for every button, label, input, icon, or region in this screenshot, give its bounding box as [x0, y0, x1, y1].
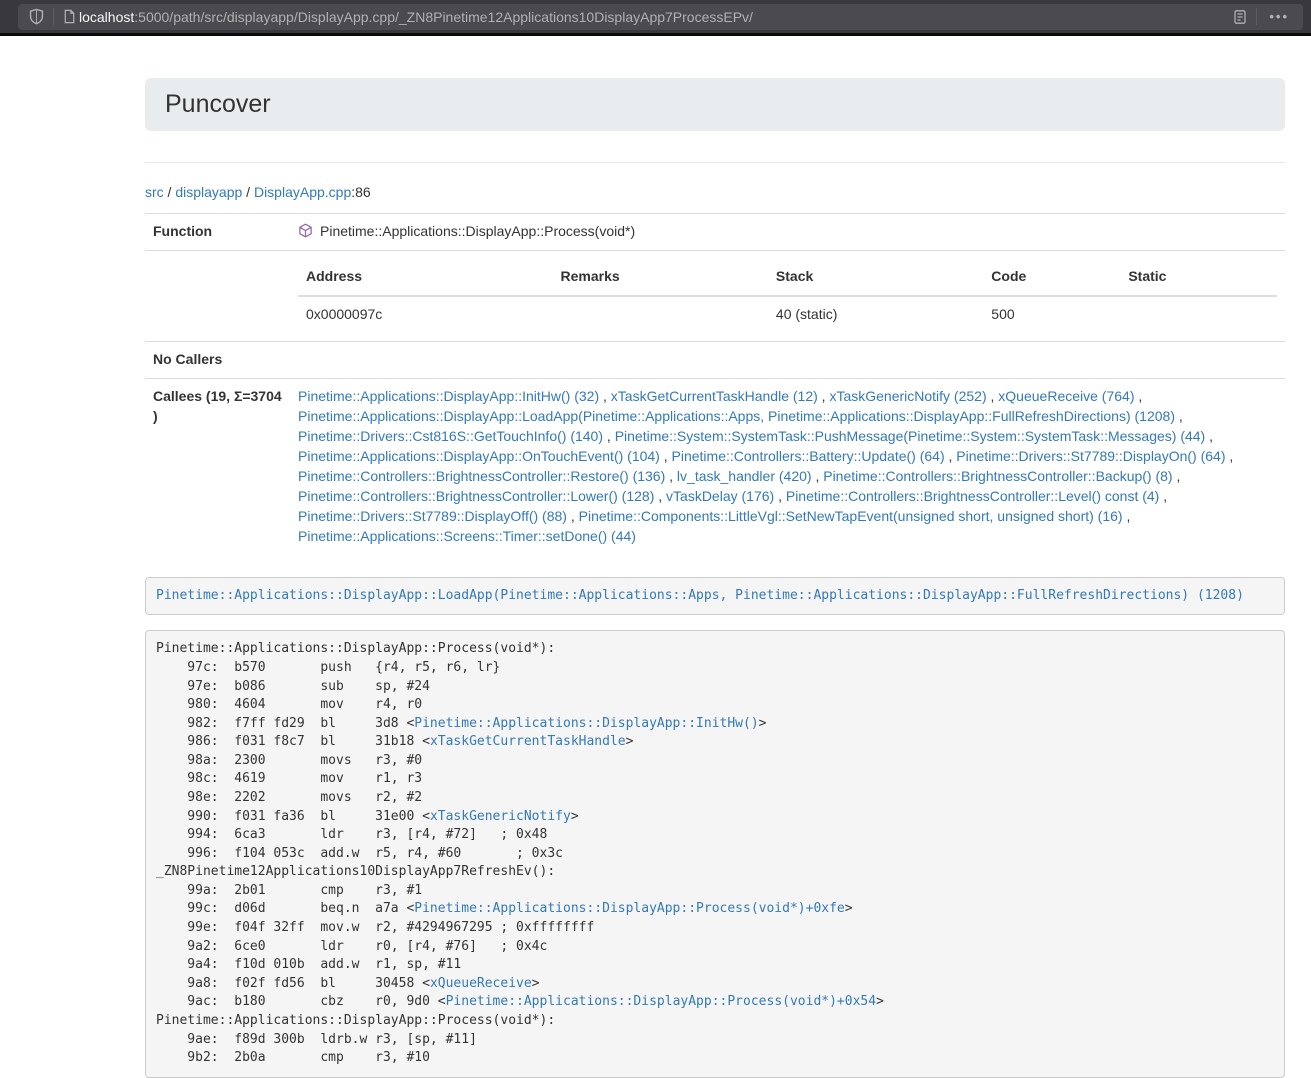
callee-link[interactable]: Pinetime::Applications::DisplayApp::Init…	[298, 388, 599, 404]
col-header-stack: Stack	[768, 259, 983, 296]
breadcrumb-file-link[interactable]: DisplayApp.cpp	[254, 184, 351, 200]
url-bar[interactable]: localhost:5000/path/src/displayapp/Displ…	[18, 4, 1303, 30]
callee-link[interactable]: Pinetime::Controllers::Battery::Update()…	[672, 448, 945, 464]
function-signature: Pinetime::Applications::DisplayApp::Proc…	[320, 223, 635, 239]
breadcrumb-displayapp-link[interactable]: displayapp	[175, 184, 242, 200]
static-value	[1120, 296, 1277, 333]
col-header-address: Address	[298, 259, 553, 296]
page-info-icon[interactable]	[62, 9, 77, 24]
col-header-code: Code	[983, 259, 1120, 296]
breadcrumb-src-link[interactable]: src	[145, 184, 164, 200]
disassembly-pre: Pinetime::Applications::DisplayApp::Proc…	[145, 630, 1285, 1077]
url-path: :5000/path/src/displayapp/DisplayApp.cpp…	[134, 9, 753, 25]
metrics-header-row: Address Remarks Stack Code Static	[298, 259, 1277, 296]
callee-link[interactable]: Pinetime::Controllers::BrightnessControl…	[823, 468, 1172, 484]
metrics-data-row: 0x0000097c 40 (static) 500	[298, 296, 1277, 333]
breadcrumb-separator: /	[242, 184, 254, 200]
no-callers-cell	[290, 341, 1285, 378]
callees-list: Pinetime::Applications::DisplayApp::Init…	[290, 378, 1285, 554]
code-symbol-link[interactable]: Pinetime::Applications::DisplayApp::Proc…	[414, 901, 844, 916]
callee-link[interactable]: Pinetime::Drivers::St7789::DisplayOn() (…	[956, 448, 1225, 464]
callee-link[interactable]: xQueueReceive (764)	[998, 388, 1134, 404]
urlbar-divider-2	[1256, 8, 1257, 25]
url-text[interactable]: localhost:5000/path/src/displayapp/Displ…	[79, 9, 1232, 25]
callee-link[interactable]: Pinetime::Applications::DisplayApp::OnTo…	[298, 448, 660, 464]
callee-link[interactable]: Pinetime::Controllers::BrightnessControl…	[786, 488, 1159, 504]
breadcrumb-separator: /	[164, 184, 176, 200]
metrics-row-spacer	[145, 250, 290, 341]
code-size-value: 500	[983, 296, 1120, 333]
no-callers-row: No Callers	[145, 341, 1285, 378]
shield-icon[interactable]	[28, 8, 45, 25]
callee-link[interactable]: Pinetime::Controllers::BrightnessControl…	[298, 468, 665, 484]
metrics-row: Address Remarks Stack Code Static 0x0000…	[145, 250, 1285, 341]
function-row: Function Pinetime::Applications::Display…	[145, 214, 1285, 251]
no-callers-label: No Callers	[145, 341, 290, 378]
callee-link[interactable]: lv_task_handler (420)	[677, 468, 812, 484]
breadcrumb-line-number: :86	[351, 184, 370, 200]
callee-link[interactable]: Pinetime::Components::LittleVgl::SetNewT…	[579, 508, 1123, 524]
callee-link[interactable]: Pinetime::System::SystemTask::PushMessag…	[615, 428, 1206, 444]
function-name-cell: Pinetime::Applications::DisplayApp::Proc…	[290, 214, 1285, 251]
metrics-cell: Address Remarks Stack Code Static 0x0000…	[290, 250, 1285, 341]
app-header-panel: Puncover	[145, 78, 1285, 131]
function-detail-table: Function Pinetime::Applications::Display…	[145, 213, 1285, 555]
highlighted-symbol-block: Pinetime::Applications::DisplayApp::Load…	[145, 577, 1285, 616]
breadcrumb: src / displayapp / DisplayApp.cpp:86	[145, 184, 1285, 200]
highlighted-symbol-link[interactable]: Pinetime::Applications::DisplayApp::Load…	[156, 588, 1244, 603]
url-host: localhost	[79, 9, 134, 25]
callee-link[interactable]: xTaskGetCurrentTaskHandle (12)	[611, 388, 818, 404]
code-symbol-link[interactable]: xTaskGetCurrentTaskHandle	[430, 734, 626, 749]
callee-link[interactable]: xTaskGenericNotify (252)	[829, 388, 986, 404]
metrics-table: Address Remarks Stack Code Static 0x0000…	[298, 259, 1277, 333]
page-actions-icon[interactable]: •••	[1265, 9, 1293, 24]
address-value: 0x0000097c	[298, 296, 553, 333]
callee-link[interactable]: Pinetime::Drivers::St7789::DisplayOff() …	[298, 508, 567, 524]
stack-value: 40 (static)	[768, 296, 983, 333]
function-cube-icon	[298, 223, 313, 238]
page-content: Puncover src / displayapp / DisplayApp.c…	[145, 78, 1285, 1078]
code-symbol-link[interactable]: Pinetime::Applications::DisplayApp::Proc…	[446, 994, 876, 1009]
remarks-value	[553, 296, 768, 333]
callees-label: Callees (19, Σ=3704 )	[145, 378, 290, 554]
col-header-remarks: Remarks	[553, 259, 768, 296]
page-title: Puncover	[165, 90, 1265, 119]
browser-toolbar: localhost:5000/path/src/displayapp/Displ…	[0, 0, 1311, 36]
callee-link[interactable]: Pinetime::Applications::Screens::Timer::…	[298, 528, 636, 544]
code-symbol-link[interactable]: xTaskGenericNotify	[430, 809, 571, 824]
callee-link[interactable]: vTaskDelay (176)	[666, 488, 774, 504]
urlbar-divider	[53, 8, 54, 25]
col-header-static: Static	[1120, 259, 1277, 296]
code-symbol-link[interactable]: Pinetime::Applications::DisplayApp::Init…	[414, 716, 758, 731]
header-divider	[145, 162, 1285, 163]
reader-mode-icon[interactable]	[1232, 9, 1248, 25]
callee-link[interactable]: Pinetime::Drivers::Cst816S::GetTouchInfo…	[298, 428, 603, 444]
callee-link[interactable]: Pinetime::Controllers::BrightnessControl…	[298, 488, 654, 504]
callees-row: Callees (19, Σ=3704 ) Pinetime::Applicat…	[145, 378, 1285, 554]
code-symbol-link[interactable]: xQueueReceive	[430, 976, 532, 991]
function-row-label: Function	[145, 214, 290, 251]
callee-link[interactable]: Pinetime::Applications::DisplayApp::Load…	[298, 408, 1175, 424]
